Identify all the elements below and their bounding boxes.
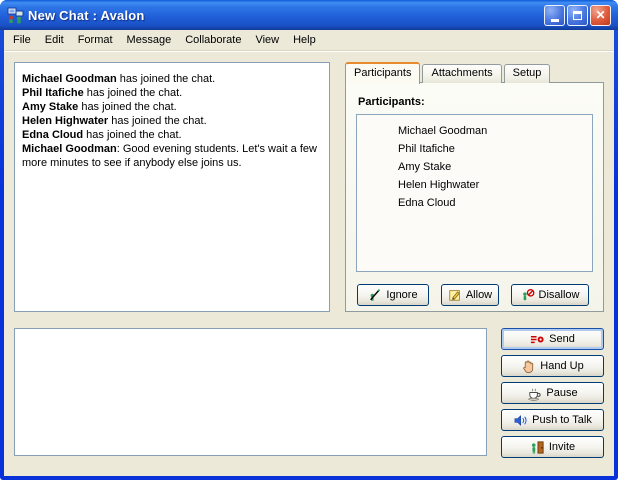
tab-participants[interactable]: Participants — [345, 62, 420, 84]
minimize-button[interactable] — [544, 5, 565, 26]
participants-tab-control: Participants Attachments Setup Participa… — [345, 62, 604, 312]
chat-sender: Edna Cloud — [22, 129, 83, 141]
close-button[interactable]: ✕ — [590, 5, 611, 26]
chat-text: has joined the chat. — [117, 73, 215, 85]
chat-sender: Helen Highwater — [22, 115, 108, 127]
chat-message: Michael Goodman has joined the chat. — [22, 72, 323, 86]
menu-help[interactable]: Help — [286, 31, 323, 49]
ignore-button-label: Ignore — [386, 289, 417, 301]
participants-page: Participants: Michael Goodman Phil Itafi… — [345, 82, 604, 312]
tab-label: Attachments — [431, 67, 492, 79]
pause-button-label: Pause — [546, 387, 577, 399]
client-area: File Edit Format Message Collaborate Vie… — [4, 30, 614, 476]
menu-format[interactable]: Format — [71, 31, 120, 49]
minimize-icon — [551, 19, 559, 22]
chat-message: Phil Itafiche has joined the chat. — [22, 86, 323, 100]
chat-sender: Phil Itafiche — [22, 87, 84, 99]
window-title: New Chat : Avalon — [28, 8, 544, 23]
chat-message: Edna Cloud has joined the chat. — [22, 128, 323, 142]
title-bar[interactable]: New Chat : Avalon ✕ — [0, 0, 618, 30]
menu-collaborate[interactable]: Collaborate — [178, 31, 248, 49]
chat-sender: Amy Stake — [22, 101, 78, 113]
menu-edit[interactable]: Edit — [38, 31, 71, 49]
tab-attachments[interactable]: Attachments — [422, 64, 501, 83]
disallow-button-label: Disallow — [539, 289, 580, 301]
participants-heading: Participants: — [358, 96, 425, 108]
message-input[interactable] — [14, 328, 487, 456]
allow-button[interactable]: Allow — [441, 284, 499, 306]
pause-coffee-icon — [527, 386, 542, 401]
ignore-button[interactable]: Ignore — [357, 284, 429, 306]
tab-label: Participants — [354, 67, 411, 79]
hand-up-button[interactable]: Hand Up — [501, 355, 604, 377]
chat-message: Amy Stake has joined the chat. — [22, 100, 323, 114]
invite-icon — [530, 440, 545, 455]
menu-file[interactable]: File — [6, 31, 38, 49]
participant-item[interactable]: Amy Stake — [357, 158, 592, 176]
participant-item[interactable]: Helen Highwater — [357, 176, 592, 194]
chat-app-icon[interactable] — [7, 7, 24, 24]
send-icon — [530, 332, 545, 347]
participant-item[interactable]: Michael Goodman — [357, 122, 592, 140]
ignore-person-icon — [368, 288, 382, 302]
maximize-icon — [573, 11, 582, 20]
menu-message[interactable]: Message — [120, 31, 179, 49]
invite-button[interactable]: Invite — [501, 436, 604, 458]
push-to-talk-button[interactable]: Push to Talk — [501, 409, 604, 431]
push-to-talk-button-label: Push to Talk — [532, 414, 592, 426]
allow-button-label: Allow — [466, 289, 492, 301]
chat-text: has joined the chat. — [84, 87, 182, 99]
chat-message: Michael Goodman: Good evening students. … — [22, 142, 323, 170]
participant-item[interactable]: Edna Cloud — [357, 194, 592, 212]
chat-text: has joined the chat. — [83, 129, 181, 141]
chat-app-icon-glyph — [7, 7, 24, 24]
chat-sender: Michael Goodman — [22, 73, 117, 85]
chat-sender: Michael Goodman — [22, 143, 117, 155]
tab-label: Setup — [513, 67, 542, 79]
send-button[interactable]: Send — [501, 328, 604, 350]
allow-note-icon — [448, 288, 462, 302]
maximize-button[interactable] — [567, 5, 588, 26]
tab-strip: Participants Attachments Setup — [345, 62, 552, 83]
disallow-button[interactable]: Disallow — [511, 284, 589, 306]
menu-view[interactable]: View — [248, 31, 286, 49]
send-button-label: Send — [549, 333, 575, 345]
chat-text: has joined the chat. — [108, 115, 206, 127]
app-window: New Chat : Avalon ✕ File Edit Format Mes… — [0, 0, 618, 480]
chat-message: Helen Highwater has joined the chat. — [22, 114, 323, 128]
push-to-talk-icon — [513, 413, 528, 428]
pause-button[interactable]: Pause — [501, 382, 604, 404]
hand-up-icon — [521, 359, 536, 374]
hand-up-button-label: Hand Up — [540, 360, 583, 372]
window-controls: ✕ — [544, 5, 611, 26]
close-icon: ✕ — [595, 9, 605, 21]
chat-text: has joined the chat. — [78, 101, 176, 113]
participants-list: Michael Goodman Phil Itafiche Amy Stake … — [356, 114, 593, 272]
tab-setup[interactable]: Setup — [504, 64, 551, 83]
chat-log: Michael Goodman has joined the chat. Phi… — [14, 62, 330, 312]
menu-bar: File Edit Format Message Collaborate Vie… — [4, 30, 614, 51]
disallow-person-icon — [521, 288, 535, 302]
participant-item[interactable]: Phil Itafiche — [357, 140, 592, 158]
invite-button-label: Invite — [549, 441, 575, 453]
